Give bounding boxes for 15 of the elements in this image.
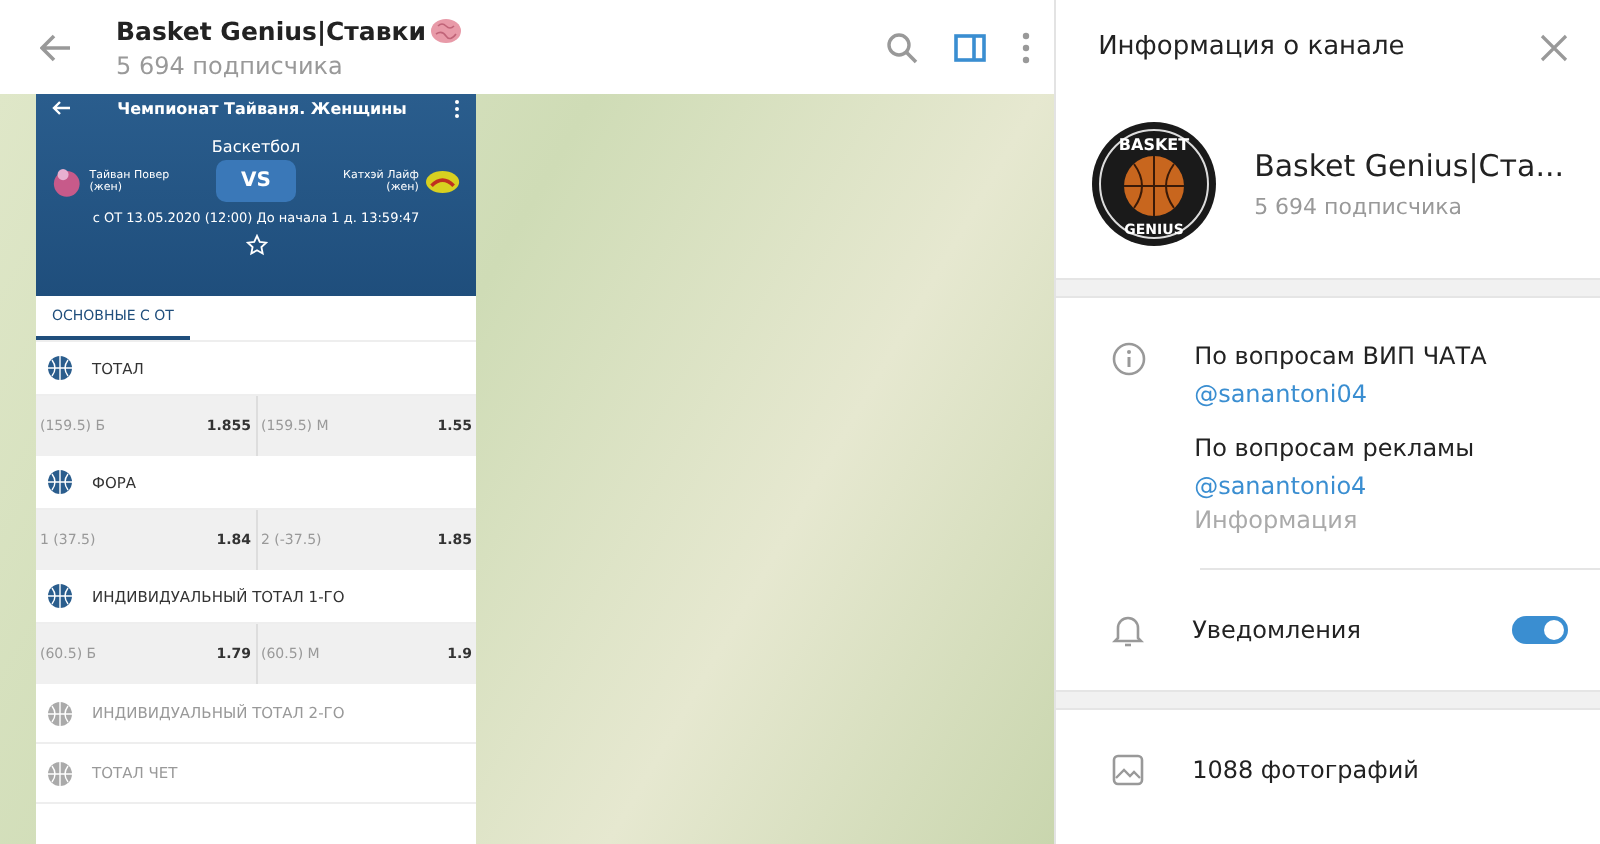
vs-badge: VS (215, 160, 297, 202)
username-link[interactable]: @sanantoni04 (1194, 380, 1600, 408)
channel-name: Basket Genius|Ста... (1254, 148, 1564, 184)
username-link[interactable]: @sanantonio4 (1194, 472, 1600, 500)
media-count-link[interactable]: 1088 фотографий (1192, 756, 1419, 784)
contact-label: По вопросам ВИП ЧАТА (1194, 342, 1489, 370)
info-caption: Информация (1194, 506, 1360, 534)
contact-label: По вопросам рекламы (1194, 434, 1477, 462)
sport-label: Баскетбол (211, 138, 301, 156)
league-title: Чемпионат Тайваня. Женщины (117, 99, 407, 117)
subscriber-count: 5 694 подписчика (1254, 194, 1464, 220)
channel-title: Basket Genius|Ставки (116, 15, 427, 45)
subscriber-count: 5 694 подписчика (116, 51, 345, 79)
notifications-label: Уведомления (1192, 616, 1363, 644)
panel-title: Информация о канале (1098, 32, 1405, 62)
